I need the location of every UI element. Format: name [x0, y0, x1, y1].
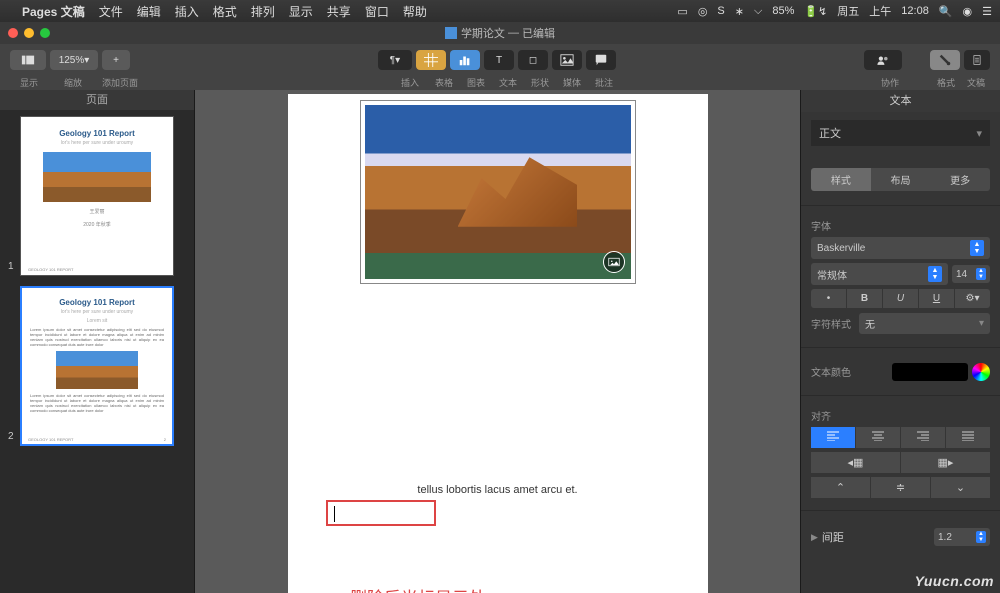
table-button[interactable]: [416, 50, 446, 70]
color-picker-icon[interactable]: [972, 363, 990, 381]
page-thumbnail[interactable]: 1 Geology 101 Report lor's here per sure…: [20, 116, 174, 276]
italic-button[interactable]: U: [883, 289, 918, 308]
chart-button[interactable]: [450, 50, 480, 70]
clock-day[interactable]: 周五: [837, 3, 859, 19]
font-options-button[interactable]: ⚙▾: [955, 289, 990, 308]
main-area: 页面 1 Geology 101 Report lor's here per s…: [0, 90, 1000, 593]
collaborate-button[interactable]: [864, 50, 902, 70]
control-center-icon[interactable]: ☰: [982, 5, 992, 18]
outdent-button[interactable]: ◂▦: [811, 452, 900, 473]
siri-color-icon[interactable]: ◉: [963, 5, 973, 18]
spacing-label: 间距: [822, 529, 844, 545]
align-center-button[interactable]: [856, 427, 900, 448]
paragraph-text[interactable]: tellus lobortis lacus amet arcu et.: [324, 484, 672, 496]
menu-help[interactable]: 帮助: [403, 3, 427, 20]
text-color-label: 文本颜色: [811, 364, 888, 379]
creative-cloud-icon[interactable]: ◎: [698, 5, 708, 18]
valign-middle-button[interactable]: ≑: [871, 477, 930, 498]
window-titlebar: 学期论文 — 已编辑: [0, 22, 1000, 44]
align-right-button[interactable]: [901, 427, 945, 448]
menu-arrange[interactable]: 排列: [251, 3, 275, 20]
bluetooth-icon[interactable]: ∗: [735, 5, 744, 18]
subtab-style[interactable]: 样式: [811, 168, 871, 191]
toolbar: 125%▾ + ¶▾ T ◻: [0, 44, 1000, 76]
siri-icon[interactable]: S: [717, 5, 724, 17]
text-button[interactable]: T: [484, 50, 514, 70]
page-sidebar: 页面 1 Geology 101 Report lor's here per s…: [0, 90, 195, 593]
cursor-callout-box: [326, 500, 436, 526]
page[interactable]: tellus lobortis lacus amet arcu et. GEOL…: [288, 94, 708, 593]
close-button[interactable]: [8, 28, 18, 38]
zoom-select[interactable]: 125%▾: [50, 50, 98, 70]
align-left-button[interactable]: [811, 427, 855, 448]
spotlight-icon[interactable]: 🔍: [939, 5, 953, 18]
battery-icon: 🔋↯: [804, 5, 827, 18]
inspector-subtabs: 样式 布局 更多: [811, 168, 990, 191]
traffic-lights: [8, 28, 50, 38]
app-menu[interactable]: Pages 文稿: [22, 3, 85, 20]
page-thumbnail[interactable]: 2 Geology 101 Report lor's here per sure…: [20, 286, 174, 446]
document-title[interactable]: 学期论文: [461, 25, 505, 41]
inspector-tab-text[interactable]: 文本: [801, 90, 1000, 112]
inline-image[interactable]: [360, 100, 636, 284]
sidebar-header: 页面: [0, 90, 194, 110]
image-replace-icon[interactable]: [603, 251, 625, 273]
view-button[interactable]: [10, 50, 46, 70]
minimize-button[interactable]: [24, 28, 34, 38]
bold-button[interactable]: B: [847, 289, 882, 308]
paragraph-style-select[interactable]: 正文▾: [811, 120, 990, 146]
disclosure-triangle-icon[interactable]: ▶: [811, 532, 818, 543]
line-spacing-field[interactable]: 1.2▲▼: [934, 528, 990, 546]
strike-button[interactable]: •: [811, 289, 846, 308]
valign-top-button[interactable]: ⌃: [811, 477, 870, 498]
chevron-down-icon: ▾: [976, 127, 982, 140]
valign-bottom-button[interactable]: ⌄: [931, 477, 990, 498]
menu-insert[interactable]: 插入: [175, 3, 199, 20]
menu-format[interactable]: 格式: [213, 3, 237, 20]
annotation-text: 删除后光标显示处: [350, 584, 486, 593]
document-state: 已编辑: [522, 25, 555, 41]
title-separator: —: [505, 27, 522, 39]
format-inspector: 文本 正文▾ 样式 布局 更多 字体 Baskerville▲▼ 常规体▲▼ 1…: [800, 90, 1000, 593]
indent-button[interactable]: ▦▸: [901, 452, 990, 473]
toolbar-labels: 显示 缩放 添加页面 插入 表格 图表 文本 形状 媒体 批注 协作 格式 文稿: [0, 76, 1000, 90]
insert-button[interactable]: ¶▾: [378, 50, 412, 70]
font-family-select[interactable]: Baskerville▲▼: [811, 237, 990, 259]
watermark: Yuucn.com: [915, 573, 994, 589]
underline-button[interactable]: U: [919, 289, 954, 308]
menu-view[interactable]: 显示: [289, 3, 313, 20]
align-justify-button[interactable]: [946, 427, 990, 448]
menu-share[interactable]: 共享: [327, 3, 351, 20]
document-button[interactable]: [964, 50, 990, 70]
menu-file[interactable]: 文件: [99, 3, 123, 20]
align-label: 对齐: [811, 408, 990, 423]
font-weight-select[interactable]: 常规体▲▼: [811, 263, 948, 285]
font-size-field[interactable]: 14▲▼: [952, 265, 990, 283]
battery-percent: 85%: [772, 5, 794, 17]
clock-time: 12:08: [901, 5, 929, 17]
shape-button[interactable]: ◻: [518, 50, 548, 70]
clock-ampm: 上午: [869, 3, 891, 19]
wifi-icon[interactable]: ⌵: [754, 5, 762, 18]
text-cursor-icon: [334, 506, 335, 522]
char-style-select[interactable]: 无▾: [859, 313, 990, 334]
document-canvas[interactable]: tellus lobortis lacus amet arcu et. GEOL…: [195, 90, 800, 593]
document-icon: [445, 27, 457, 39]
char-style-label: 字符样式: [811, 316, 855, 331]
media-button[interactable]: [552, 50, 582, 70]
subtab-more[interactable]: 更多: [930, 168, 990, 191]
status-icon[interactable]: ▭: [677, 5, 687, 18]
format-button[interactable]: [930, 50, 960, 70]
menu-edit[interactable]: 编辑: [137, 3, 161, 20]
font-label: 字体: [811, 218, 990, 233]
comment-button[interactable]: [586, 50, 616, 70]
macos-menubar: Pages 文稿 文件 编辑 插入 格式 排列 显示 共享 窗口 帮助 ▭ ◎ …: [0, 0, 1000, 22]
zoom-button[interactable]: [40, 28, 50, 38]
menu-window[interactable]: 窗口: [365, 3, 389, 20]
text-color-swatch[interactable]: [892, 363, 969, 381]
add-page-button[interactable]: +: [102, 50, 130, 70]
subtab-layout[interactable]: 布局: [871, 168, 931, 191]
